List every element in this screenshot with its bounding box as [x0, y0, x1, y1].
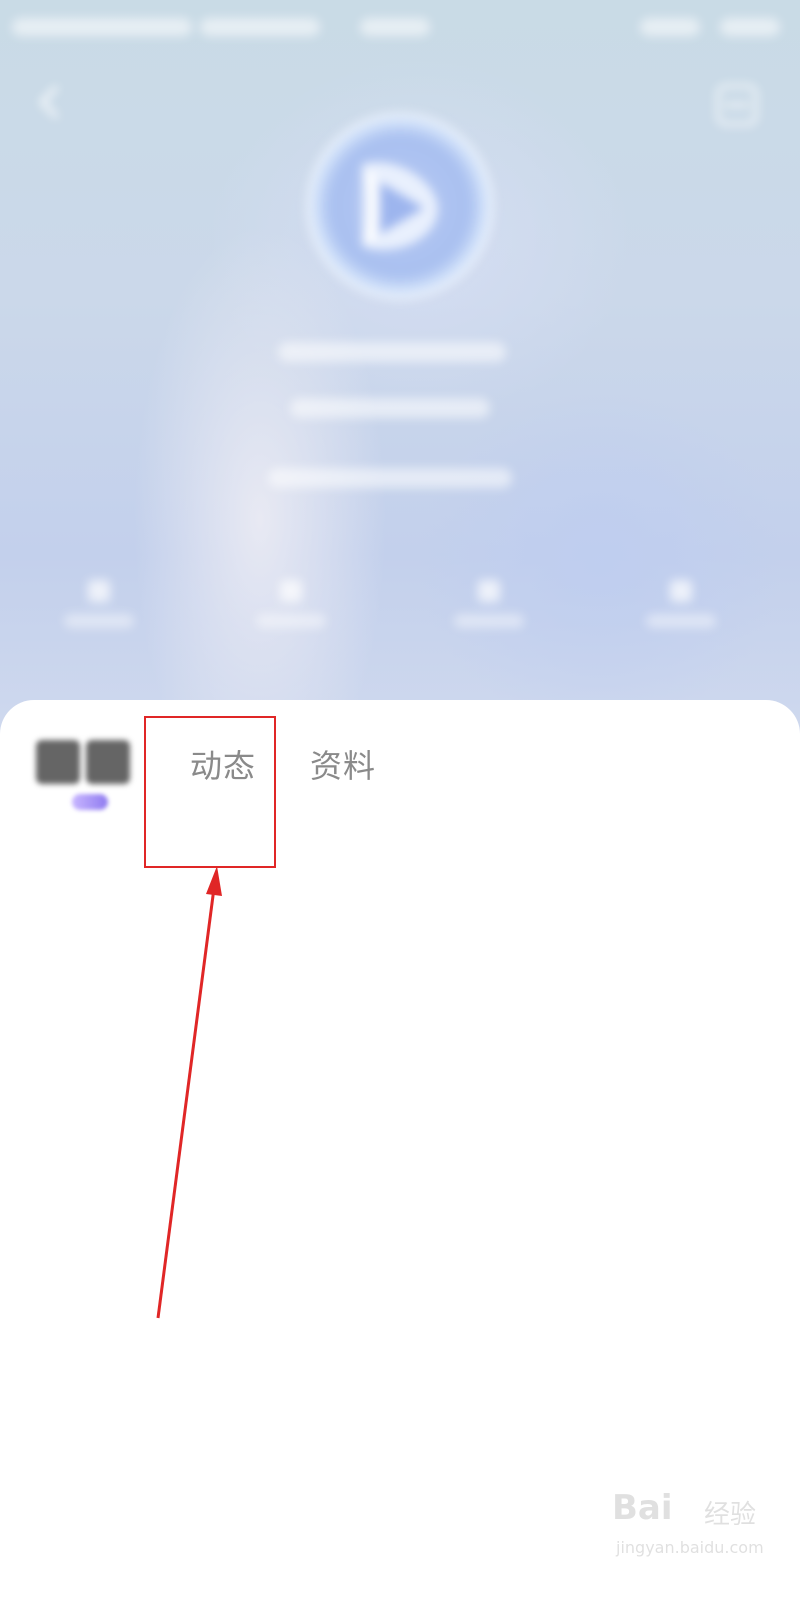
tab-profile[interactable]: 资料	[310, 742, 376, 790]
user-tags-text	[268, 468, 512, 488]
avatar[interactable]	[312, 118, 488, 294]
profile-header-background	[0, 0, 800, 740]
avatar-play-logo-icon	[362, 162, 439, 250]
profile-content-sheet: 动态 资料	[0, 700, 800, 1600]
watermark-url: jingyan.baidu.com	[616, 1538, 764, 1557]
status-bar	[0, 0, 800, 56]
user-level-badge	[72, 794, 108, 810]
stat-item[interactable]	[64, 580, 134, 640]
stat-item[interactable]	[256, 580, 326, 640]
watermark-brand: Bai	[612, 1488, 673, 1528]
watermark-brand-suffix: 经验	[704, 1500, 757, 1530]
user-signature-text	[290, 398, 490, 418]
more-icon[interactable]	[712, 80, 762, 130]
annotation-highlight-box	[144, 716, 276, 868]
stat-item[interactable]	[646, 580, 716, 640]
user-nickname	[36, 740, 140, 788]
user-id-text	[278, 342, 506, 362]
back-arrow-icon[interactable]	[30, 82, 70, 122]
stat-item[interactable]	[454, 580, 524, 640]
watermark: Bai 经验 jingyan.baidu.com	[612, 1488, 772, 1578]
